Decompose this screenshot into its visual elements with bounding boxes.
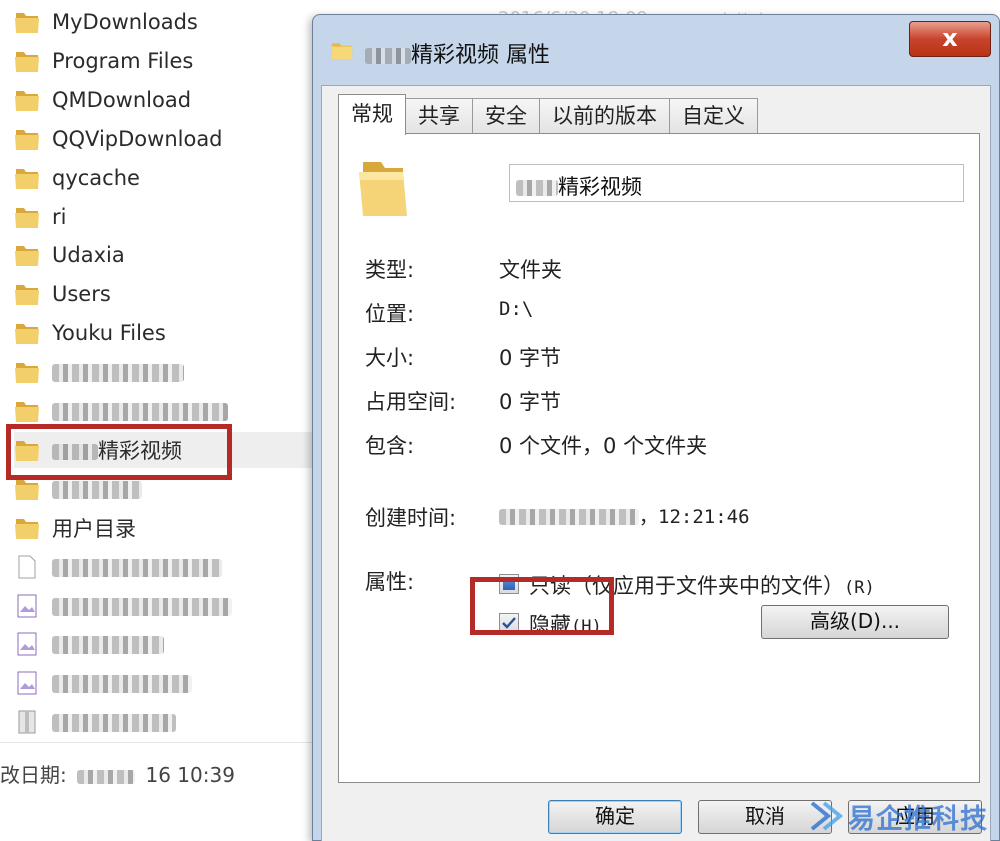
folder-name-input[interactable]: 精彩视频 [509, 164, 964, 202]
list-item-label: Users [52, 282, 111, 307]
list-item-label: Youku Files [52, 321, 166, 346]
folder-icon [14, 243, 40, 267]
close-button[interactable]: x [909, 21, 991, 57]
list-item-label: qycache [52, 165, 140, 190]
attributes-label: 属性: [365, 570, 415, 594]
folder-icon [14, 88, 40, 112]
watermark: 易企推科技 [810, 796, 1000, 836]
file-icon [14, 555, 40, 579]
ok-button[interactable]: 确定 [548, 800, 682, 834]
list-item[interactable]: Users [14, 276, 314, 312]
list-item-label: Program Files [52, 48, 194, 73]
contains-value: 0 个文件，0 个文件夹 [499, 434, 708, 458]
advanced-button[interactable]: 高级(D)... [761, 605, 949, 639]
list-item-label [52, 555, 222, 579]
list-item[interactable] [14, 626, 314, 662]
created-value: ，12:21:46 [499, 502, 750, 529]
list-item-label [52, 594, 232, 618]
folder-icon [14, 321, 40, 345]
folder-icon [14, 477, 40, 501]
dialog-client: 常规 共享 安全 以前的版本 自定义 精彩视频 类型: 文件夹 位置: D:\ 大小: 0 字节占… [321, 85, 991, 841]
list-item-label: ri [52, 204, 67, 229]
list-item[interactable]: 用户目录 [14, 510, 314, 546]
image-file-icon [14, 671, 40, 695]
folder-icon [14, 166, 40, 190]
status-modified-date: 改日期: 16 10:39 [0, 763, 235, 787]
list-item-label [52, 632, 164, 656]
list-item-label: MyDownloads [52, 10, 198, 34]
list-item[interactable]: Udaxia [14, 237, 314, 273]
list-item-label [52, 360, 184, 384]
folder-icon [14, 360, 40, 384]
status-bar: 改日期: 16 10:39 [0, 742, 315, 841]
list-item[interactable]: ri [14, 199, 314, 235]
size-label: 大小: [365, 346, 415, 370]
highlight-hidden-box [470, 577, 614, 635]
list-item-label: QMDownload [52, 87, 192, 112]
size-on-disk-label: 占用空间: [365, 390, 457, 414]
list-item[interactable]: MyDownloads [14, 4, 314, 40]
separator [357, 230, 964, 231]
created-label: 创建时间: [365, 506, 457, 530]
type-value: 文件夹 [499, 258, 562, 282]
list-item[interactable] [14, 704, 314, 740]
folder-icon [14, 10, 40, 34]
list-item-label [52, 399, 228, 423]
folder-icon [14, 205, 40, 229]
list-item[interactable]: QMDownload [14, 82, 314, 118]
list-item-label [52, 477, 142, 501]
folder-icon [14, 49, 40, 73]
tab-sharing[interactable]: 共享 [405, 98, 473, 134]
tab-strip: 常规 共享 安全 以前的版本 自定义 [338, 94, 758, 135]
properties-dialog: 精彩视频 属性 x 常规 共享 安全 以前的版本 自定义 精彩视频 类型: 文件夹位置: D… [312, 14, 1000, 841]
separator [357, 477, 964, 478]
list-item-label [52, 710, 176, 734]
size-value: 0 字节 [499, 346, 562, 370]
highlight-folder-box [6, 424, 232, 480]
folder-icon [331, 39, 353, 65]
list-item-label: QQVipDownload [52, 126, 223, 151]
list-item[interactable] [14, 354, 314, 390]
size-on-disk-value: 0 字节 [499, 390, 562, 414]
folder-icon [14, 399, 40, 423]
archive-file-icon [14, 710, 40, 734]
watermark-logo-icon [810, 801, 844, 831]
image-file-icon [14, 632, 40, 656]
list-item[interactable]: qycache [14, 160, 314, 196]
list-item-label [52, 671, 192, 695]
type-label: 类型: [365, 258, 415, 282]
list-item[interactable]: Youku Files [14, 315, 314, 351]
list-item[interactable] [14, 588, 314, 624]
list-item[interactable]: Program Files [14, 43, 314, 79]
dialog-titlebar[interactable]: 精彩视频 属性 x [313, 15, 999, 85]
list-item[interactable]: QQVipDownload [14, 121, 314, 157]
tab-customize[interactable]: 自定义 [669, 98, 758, 134]
folder-icon [14, 282, 40, 306]
location-value: D:\ [499, 298, 534, 320]
tab-previous-versions[interactable]: 以前的版本 [539, 98, 670, 134]
folder-icon [14, 516, 40, 540]
large-folder-icon [357, 156, 409, 224]
tab-panel-general: 精彩视频 类型: 文件夹 位置: D:\ 大小: 0 字节 占用空间: 0 字节 包含: 0 个文… [338, 133, 980, 783]
contains-label: 包含: [365, 434, 415, 458]
dialog-title: 精彩视频 属性 [365, 37, 550, 69]
list-item[interactable] [14, 665, 314, 701]
folder-icon [14, 127, 40, 151]
location-label: 位置: [365, 302, 415, 326]
list-item-label: 用户目录 [52, 516, 136, 541]
image-file-icon [14, 594, 40, 618]
list-item[interactable] [14, 549, 314, 585]
list-item-label: Udaxia [52, 243, 125, 268]
watermark-text: 易企推科技 [848, 803, 988, 835]
separator [357, 548, 964, 549]
tab-security[interactable]: 安全 [472, 98, 540, 134]
tab-general[interactable]: 常规 [338, 94, 406, 135]
